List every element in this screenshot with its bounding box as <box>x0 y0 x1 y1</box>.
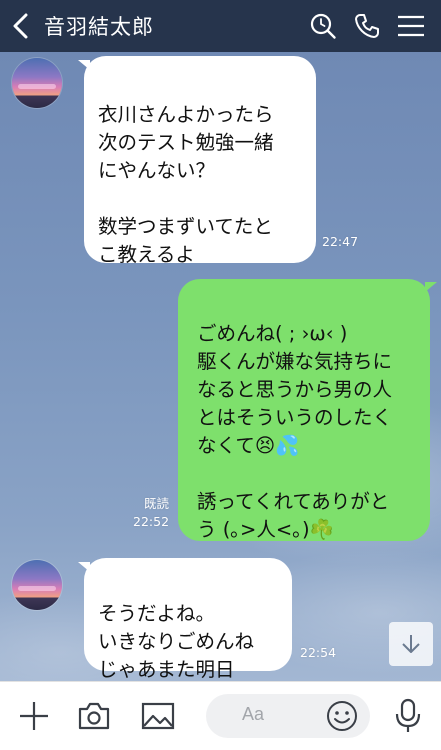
message-text: 衣川さんよかったら 次のテスト勉強一緒 にやんない？ 数学つまずいてたと こ教え… <box>98 103 274 266</box>
emoji-button[interactable] <box>324 698 360 734</box>
camera-button[interactable] <box>74 696 114 736</box>
message-time: 22:47 <box>322 234 359 249</box>
chevron-left-icon <box>13 13 28 39</box>
hamburger-menu-icon <box>398 15 424 37</box>
phone-icon <box>355 14 379 38</box>
voice-button[interactable] <box>388 696 428 736</box>
chat-area[interactable]: 衣川さんよかったら 次のテスト勉強一緒 にやんない？ 数学つまずいてたと こ教え… <box>0 52 441 681</box>
search-icon <box>310 13 336 39</box>
menu-button[interactable] <box>389 0 433 52</box>
bubble-tail <box>425 282 437 292</box>
message-input-bar: Aa <box>0 681 441 750</box>
read-receipt: 既読 <box>144 496 170 511</box>
search-button[interactable] <box>301 0 345 52</box>
arrow-down-icon <box>402 635 420 653</box>
camera-icon <box>78 702 110 730</box>
scroll-to-bottom-button[interactable] <box>389 622 433 666</box>
add-button[interactable] <box>14 696 54 736</box>
call-button[interactable] <box>345 0 389 52</box>
smiley-icon <box>327 701 357 731</box>
chat-header: 音羽結太郎 <box>0 0 441 52</box>
outgoing-message-bubble[interactable]: ごめんね( ; ›ω‹ ) 駆くんが嫌な気持ちに なると思うから男の人 とはそう… <box>178 279 430 541</box>
image-button[interactable] <box>138 696 178 736</box>
message-text: そうだよね。 いきなりごめんね じゃあまた明日 <box>98 602 255 681</box>
microphone-icon <box>395 698 421 732</box>
message-time: 22:54 <box>300 645 337 660</box>
image-icon <box>141 702 175 730</box>
message-input[interactable]: Aa <box>206 694 370 738</box>
contact-avatar[interactable] <box>12 560 62 610</box>
message-text: ごめんね( ; ›ω‹ ) 駆くんが嫌な気持ちに なると思うから男の人 とはそう… <box>197 322 393 541</box>
contact-name: 音羽結太郎 <box>44 15 154 39</box>
back-button[interactable] <box>0 0 42 52</box>
message-input-placeholder: Aa <box>242 704 265 724</box>
message-time: 22:52 <box>133 514 170 529</box>
incoming-message-bubble[interactable]: そうだよね。 いきなりごめんね じゃあまた明日 <box>84 558 292 681</box>
plus-icon <box>20 702 48 730</box>
incoming-message-bubble[interactable]: 衣川さんよかったら 次のテスト勉強一緒 にやんない？ 数学つまずいてたと こ教え… <box>84 56 316 266</box>
contact-avatar[interactable] <box>12 58 62 108</box>
